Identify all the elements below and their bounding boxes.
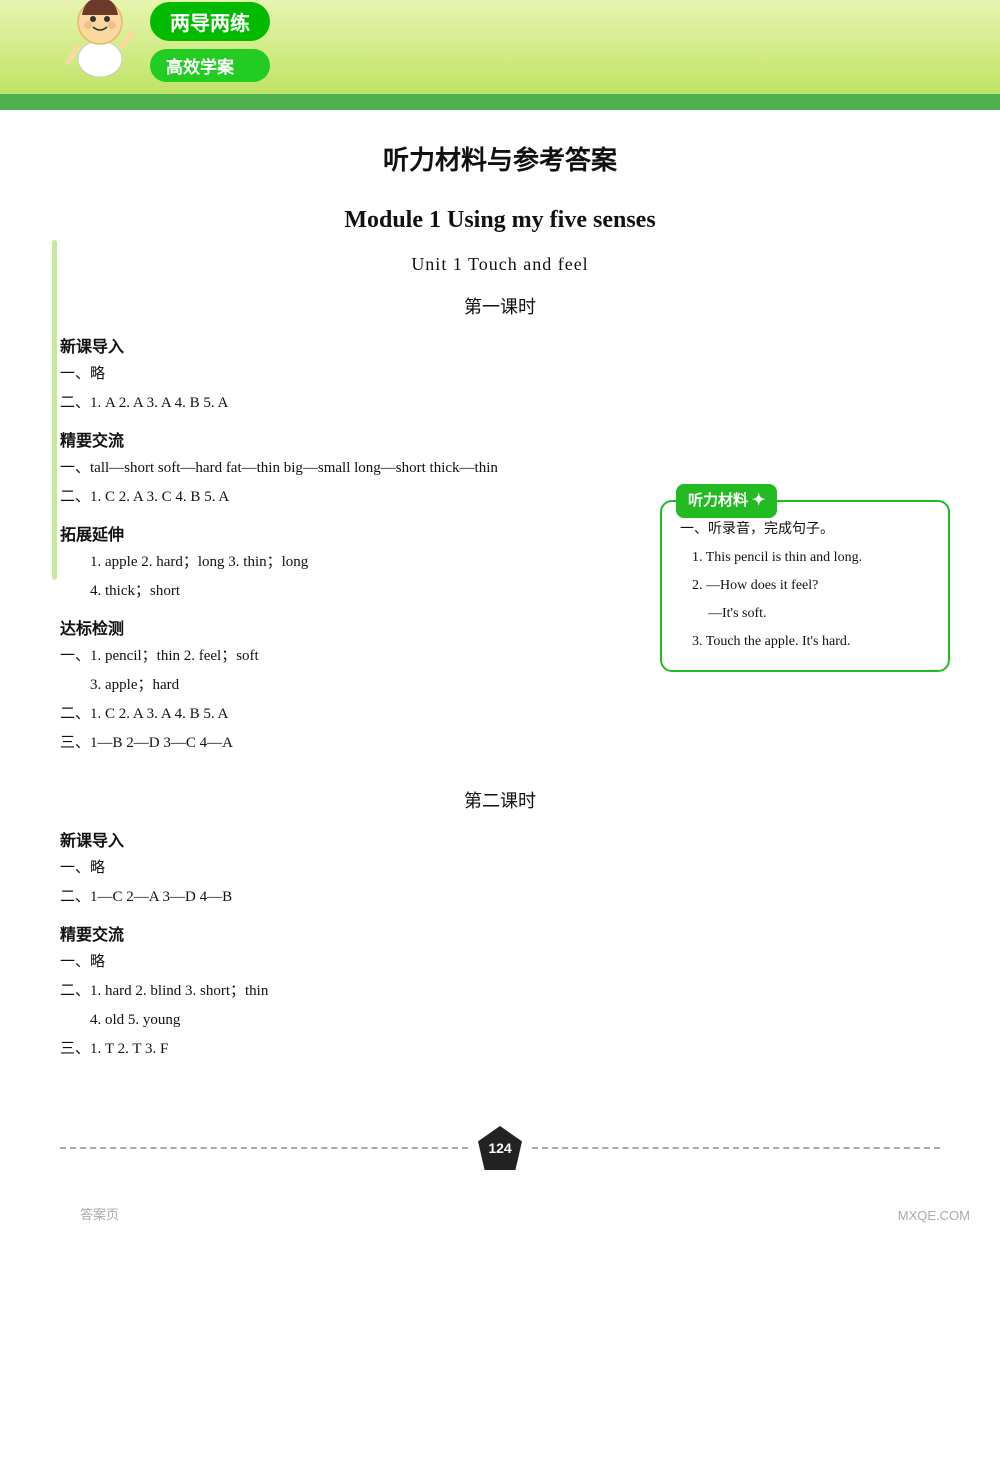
listening-item2: 2. —How does it feel? — [680, 572, 930, 600]
lesson2-title: 第二课时 — [60, 787, 940, 813]
left-decoration-bar — [52, 240, 57, 580]
listening-item2b: —It's soft. — [680, 600, 930, 628]
main-content: 听力材料与参考答案 Module 1 Using my five senses … — [0, 110, 1000, 1233]
listening-star-icon: ✦ — [752, 486, 765, 516]
section-xinkao-heading: 新课导入 — [60, 333, 940, 357]
s4-line3: 二、1. C 2. A 3. A 4. B 5. A — [60, 701, 940, 728]
unit-title: Unit 1 Touch and feel — [60, 254, 940, 275]
s1-line1: 一、略 — [60, 361, 940, 388]
listening-item1: 1. This pencil is thin and long. — [680, 544, 930, 572]
watermark-right: MXQE.COM — [898, 1208, 970, 1223]
footer-dashed-left — [60, 1147, 468, 1149]
listening-material-box: 听力材料 ✦ 一、听录音，完成句子。 1. This pencil is thi… — [660, 500, 950, 672]
l2-s1-line2: 二、1—C 2—A 3—D 4—B — [60, 884, 940, 911]
l2-s2-line3: 4. old 5. young — [60, 1007, 940, 1034]
mascot-figure — [60, 0, 140, 77]
s2-line1: 一、tall—short soft—hard fat—thin big—smal… — [60, 455, 940, 482]
listening-label: 听力材料 ✦ — [676, 484, 777, 518]
s4-line2: 3. apple；hard — [60, 672, 940, 699]
listening-item3: 3. Touch the apple. It's hard. — [680, 628, 930, 656]
watermark-left: 答案页 — [80, 1204, 119, 1223]
l2-section-jingao-heading: 精要交流 — [60, 921, 940, 945]
page-title: 听力材料与参考答案 — [60, 140, 940, 177]
s4-line4: 三、1—B 2—D 3—C 4—A — [60, 730, 940, 757]
module-title: Module 1 Using my five senses — [60, 207, 940, 234]
badge-two-guide: 两导两练 — [150, 2, 270, 41]
badge-efficient: 高效学案 — [150, 49, 270, 82]
l2-s2-line4: 三、1. T 2. T 3. F — [60, 1036, 940, 1063]
footer-dashed-right — [532, 1147, 940, 1149]
page-number-diamond: 124 — [478, 1126, 522, 1170]
listening-title: 一、听录音，完成句子。 — [680, 516, 930, 544]
s1-line2: 二、1. A 2. A 3. A 4. B 5. A — [60, 390, 940, 417]
l2-s1-line1: 一、略 — [60, 855, 940, 882]
lesson1-title: 第一课时 — [60, 293, 940, 319]
l2-s2-line2: 二、1. hard 2. blind 3. short；thin — [60, 978, 940, 1005]
listening-content: 一、听录音，完成句子。 1. This pencil is thin and l… — [680, 516, 930, 656]
section-jingao-heading: 精要交流 — [60, 427, 940, 451]
l2-s2-line1: 一、略 — [60, 949, 940, 976]
l2-section-xinkao-heading: 新课导入 — [60, 827, 940, 851]
page-footer-area: 124 — [60, 1123, 940, 1173]
page-header: 两导两练 高效学案 — [0, 0, 1000, 110]
